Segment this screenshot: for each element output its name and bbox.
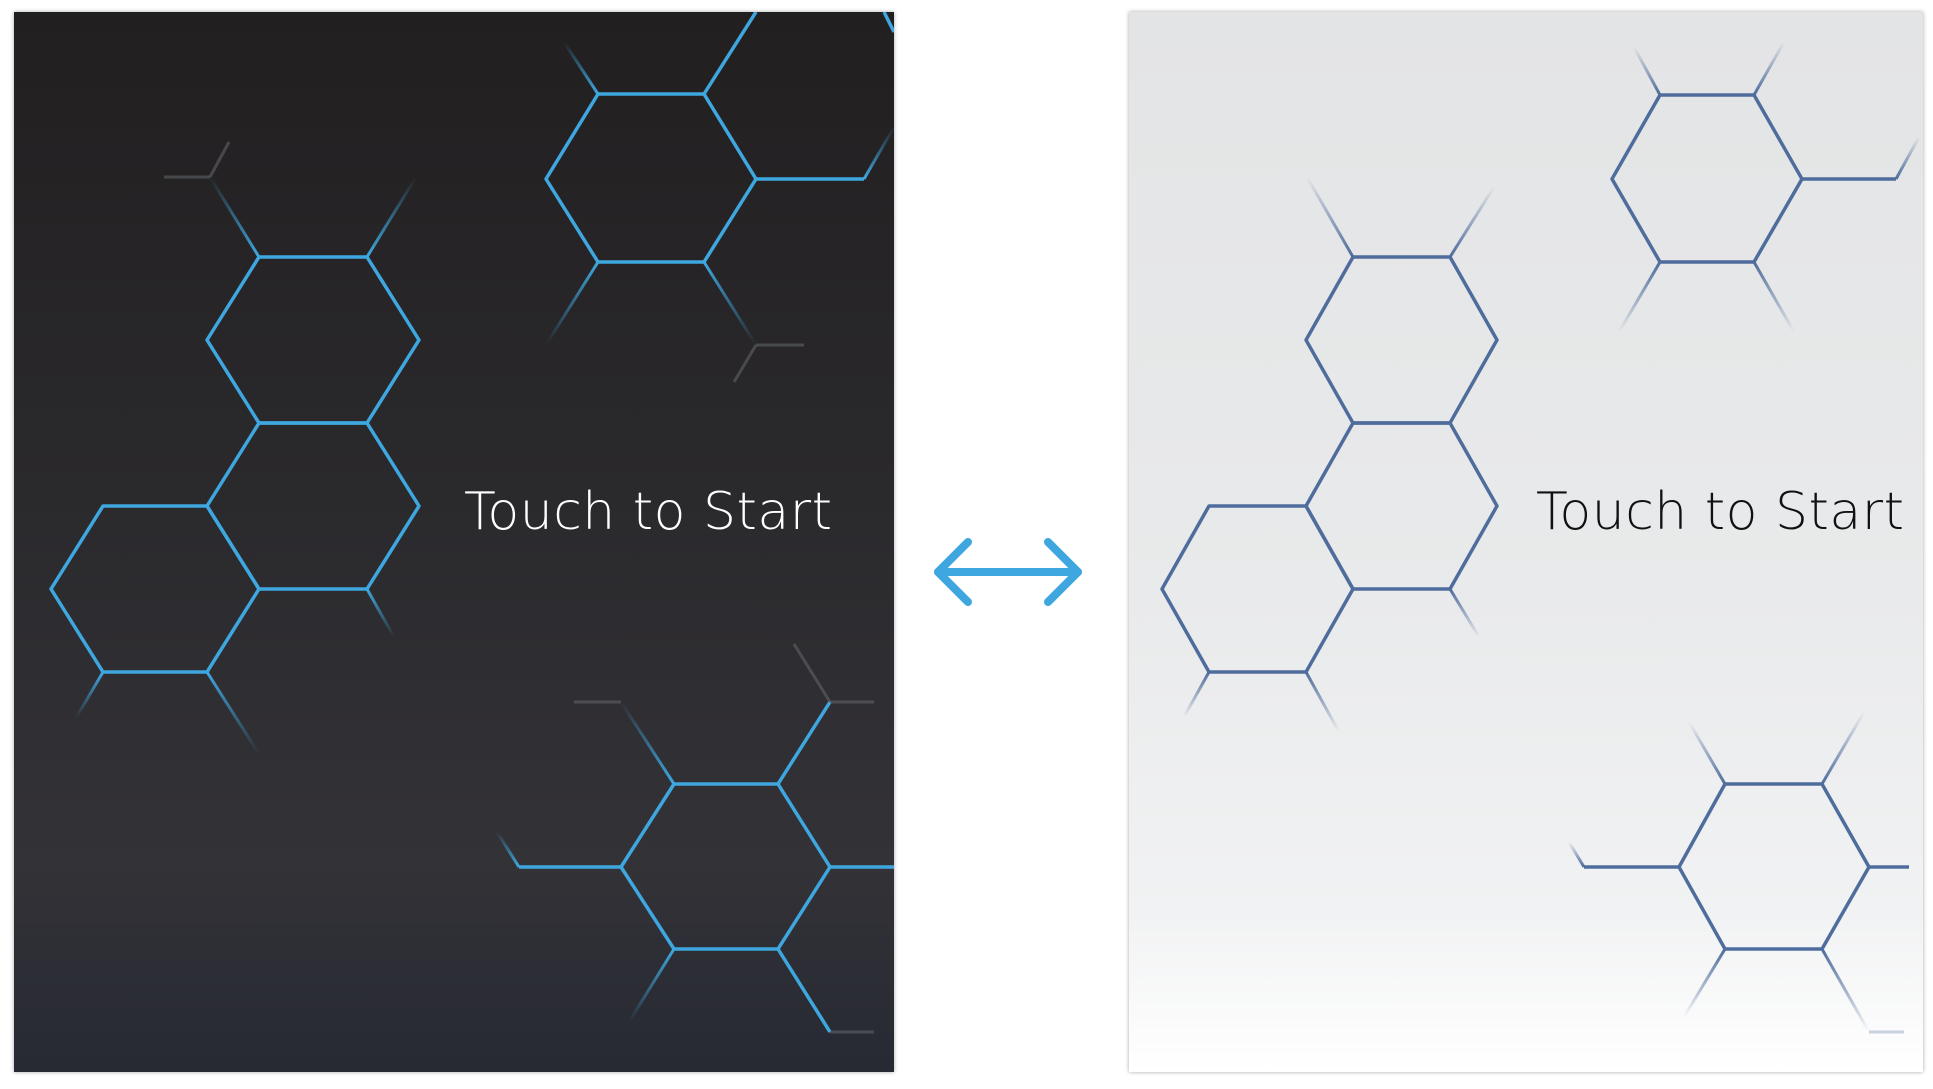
- double-arrow-icon: [934, 538, 1082, 606]
- touch-to-start-label[interactable]: Touch to Start: [464, 482, 833, 542]
- hexagon-pattern-icon: [1160, 41, 1921, 1034]
- dark-theme-start-screen[interactable]: Touch to Start: [14, 12, 894, 1072]
- comparison-stage: Touch to Start Touch to Start: [0, 0, 1933, 1089]
- hexagon-pattern-icon: [49, 12, 894, 1034]
- touch-to-start-label[interactable]: Touch to Start: [1536, 482, 1905, 542]
- light-theme-start-screen[interactable]: Touch to Start: [1129, 12, 1923, 1072]
